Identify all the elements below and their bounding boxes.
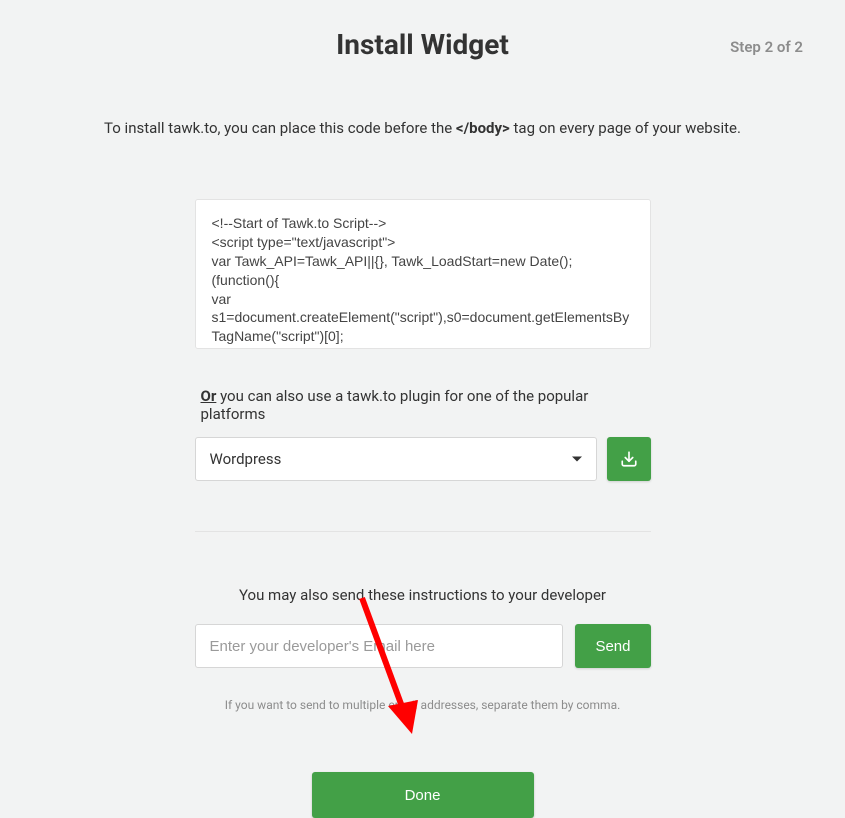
download-button[interactable] [607, 437, 651, 481]
section-divider [195, 531, 651, 532]
or-label: Or [201, 387, 217, 405]
developer-email-input[interactable] [195, 624, 564, 668]
instructions-bold-tag: </body> [456, 119, 510, 137]
plugin-select-value: Wordpress [210, 450, 282, 468]
install-instructions: To install tawk.to, you can place this c… [0, 119, 845, 137]
page-title: Install Widget [336, 28, 509, 61]
step-indicator: Step 2 of 2 [730, 38, 803, 56]
instructions-suffix: tag on every page of your website. [510, 119, 741, 137]
instructions-prefix: To install tawk.to, you can place this c… [104, 119, 456, 137]
download-icon [620, 450, 638, 468]
or-instruction: Or you can also use a tawk.to plugin for… [195, 387, 651, 423]
done-button[interactable]: Done [312, 772, 534, 818]
send-instruction: You may also send these instructions to … [195, 586, 651, 604]
or-rest: you can also use a tawk.to plugin for on… [201, 387, 589, 423]
embed-code-box[interactable]: <!--Start of Tawk.to Script--> <script t… [195, 199, 651, 349]
send-button[interactable]: Send [575, 624, 650, 668]
caret-down-icon [572, 457, 582, 462]
multiple-email-hint: If you want to send to multiple email ad… [195, 698, 651, 712]
plugin-select[interactable]: Wordpress [195, 437, 597, 481]
